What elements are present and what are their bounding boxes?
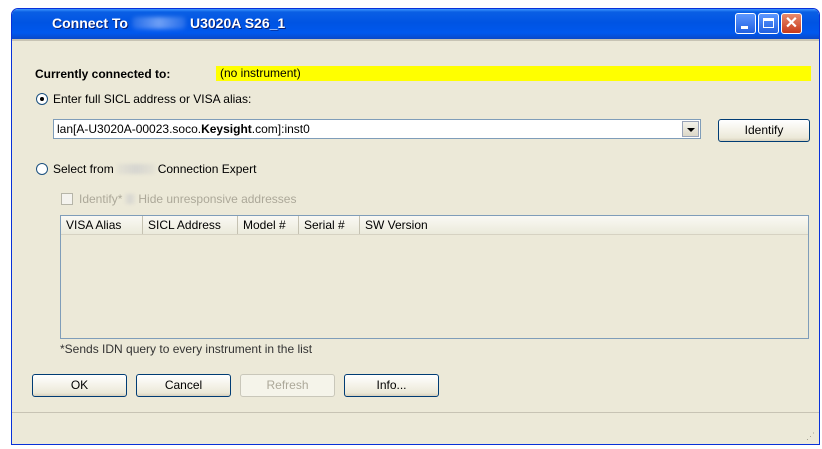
connection-expert-label-suffix: Connection Expert — [157, 162, 257, 176]
connection-expert-label[interactable]: Select from Connection Expert — [53, 162, 256, 176]
identify-footnote: *Sends IDN query to every instrument in … — [60, 342, 313, 356]
redacted-brand — [131, 17, 186, 29]
address-value: lan[A-U3020A-00023.soco.Keysight.com]:in… — [57, 122, 310, 136]
dropdown-arrow-icon[interactable] — [682, 121, 699, 137]
instrument-list[interactable]: VISA Alias SICL Address Model # Serial #… — [60, 215, 809, 339]
info-button[interactable]: Info... — [344, 374, 439, 397]
redacted-brand — [116, 164, 155, 174]
connection-status-label: Currently connected to: — [35, 67, 171, 81]
resize-grip-icon[interactable]: ⋰ — [806, 431, 816, 441]
maximize-icon — [763, 18, 774, 28]
window-title-suffix: U3020A S26_1 — [189, 15, 286, 31]
refresh-button[interactable]: Refresh — [240, 374, 335, 397]
title-separator — [12, 39, 819, 41]
column-visa-alias[interactable]: VISA Alias — [61, 216, 143, 234]
address-value-bold: Keysight — [201, 122, 252, 136]
close-button[interactable]: ✕ — [781, 13, 802, 34]
column-serial[interactable]: Serial # — [299, 216, 360, 234]
connection-status-value: (no instrument) — [220, 66, 301, 80]
identify-button[interactable]: Identify — [718, 119, 810, 142]
address-value-suffix: .com]:inst0 — [251, 122, 310, 136]
radio-selected-dot — [40, 97, 44, 101]
connection-expert-radio[interactable] — [36, 163, 48, 175]
instrument-list-header: VISA Alias SICL Address Model # Serial #… — [61, 216, 808, 235]
column-model[interactable]: Model # — [238, 216, 299, 234]
status-bar-divider — [12, 412, 819, 413]
identify-checkbox-label: Identify* Hide unresponsive addresses — [79, 192, 296, 206]
address-value-prefix: lan[A-U3020A-00023.soco. — [57, 122, 202, 136]
cancel-button[interactable]: Cancel — [136, 374, 231, 397]
minimize-button[interactable] — [735, 13, 756, 34]
identify-checkbox-label-prefix: Identify* — [79, 192, 123, 206]
minimize-icon — [741, 26, 748, 29]
connection-expert-label-prefix: Select from — [53, 162, 114, 176]
title-bar[interactable]: Connect To U3020A S26_1 ✕ — [12, 9, 819, 39]
window-title-prefix: Connect To — [52, 15, 128, 31]
identify-checkbox-label-suffix: Hide unresponsive addresses — [138, 192, 297, 206]
visa-address-radio[interactable] — [36, 93, 48, 105]
redacted-text — [125, 194, 136, 204]
connect-dialog: Connect To U3020A S26_1 ✕ Currently conne… — [11, 8, 820, 445]
column-sicl-address[interactable]: SICL Address — [143, 216, 238, 234]
close-icon: ✕ — [784, 15, 799, 32]
address-combobox[interactable]: lan[A-U3020A-00023.soco.Keysight.com]:in… — [53, 119, 701, 139]
window-title: Connect To U3020A S26_1 — [52, 15, 285, 31]
visa-address-label[interactable]: Enter full SICL address or VISA alias: — [53, 92, 251, 106]
ok-button[interactable]: OK — [32, 374, 127, 397]
connection-status-field: (no instrument) — [216, 66, 811, 81]
maximize-button[interactable] — [758, 13, 779, 34]
identify-checkbox[interactable] — [61, 193, 73, 205]
column-sw-version[interactable]: SW Version — [360, 216, 808, 234]
